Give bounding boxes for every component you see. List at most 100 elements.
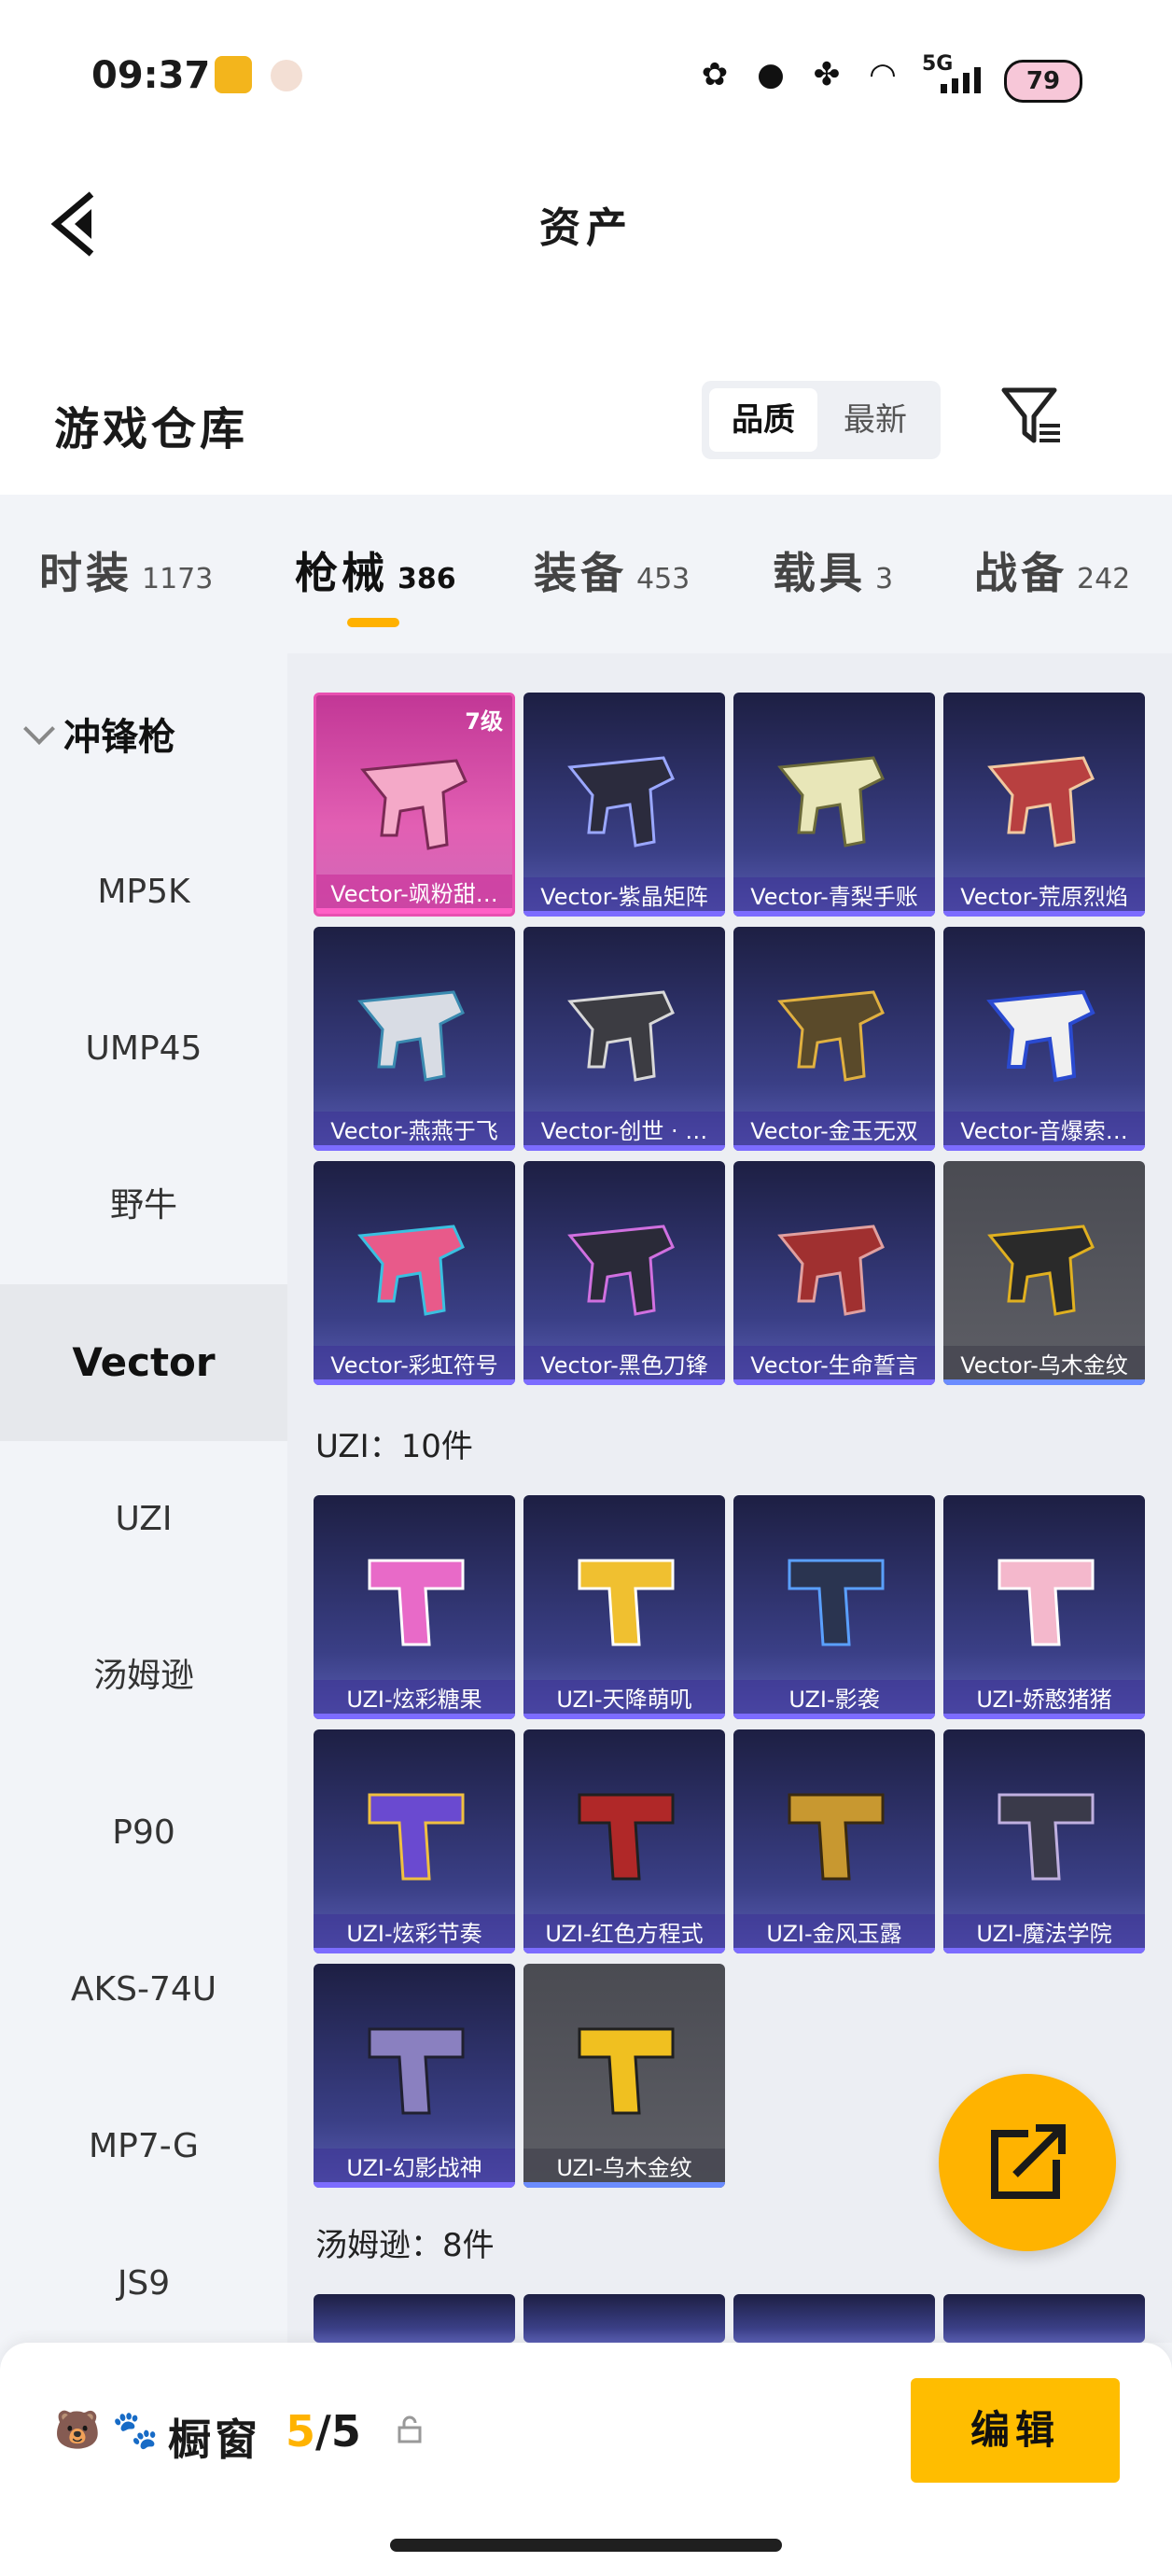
signal-icon	[939, 65, 995, 99]
vector-gun-icon	[987, 1225, 1095, 1316]
vector-gun-icon	[567, 1225, 675, 1316]
uzi-gun-icon	[368, 1793, 465, 1881]
vector-gun-icon	[777, 756, 885, 847]
item-card[interactable]: UZI-天降萌叽	[523, 1495, 725, 1719]
rarity-bar	[523, 911, 725, 917]
tab-fashion[interactable]: 时装 1173	[39, 539, 213, 605]
item-card[interactable]	[733, 2294, 935, 2343]
tab-count: 3	[875, 563, 894, 595]
item-card[interactable]	[523, 2294, 725, 2343]
uzi-gun-icon	[578, 2027, 675, 2115]
item-card[interactable]: UZI-魔法学院	[943, 1729, 1145, 1953]
item-card[interactable]: UZI-金风玉露	[733, 1729, 935, 1953]
item-card[interactable]: UZI-炫彩糖果	[314, 1495, 515, 1719]
uzi-gun-icon	[578, 1793, 675, 1881]
item-card[interactable]: UZI-影袭	[733, 1495, 935, 1719]
item-card[interactable]	[314, 2294, 515, 2343]
tab-vehicles[interactable]: 载具 3	[773, 539, 893, 605]
item-card[interactable]: Vector-燕燕于飞	[314, 927, 515, 1151]
item-card[interactable]: UZI-娇憨猪猪	[943, 1495, 1145, 1719]
vector-gun-icon	[360, 759, 467, 850]
rarity-bar	[314, 1145, 515, 1151]
item-card[interactable]: Vector-荒原烈焰	[943, 693, 1145, 917]
rarity-bar	[523, 2182, 725, 2188]
sidebar-item-aks74u[interactable]: AKS-74U	[0, 1911, 287, 2068]
tab-label: 战备	[974, 548, 1067, 598]
item-card[interactable]: Vector-创世 · …	[523, 927, 725, 1151]
paw-icon: 🐾	[112, 2409, 159, 2452]
rarity-bar	[943, 1145, 1145, 1151]
tab-count: 242	[1077, 563, 1131, 595]
rarity-bar	[523, 1714, 725, 1719]
rarity-bar	[523, 1145, 725, 1151]
sidebar-item-mp7g[interactable]: MP7-G	[0, 2068, 287, 2225]
uzi-gun-icon	[578, 1559, 675, 1646]
uzi-gun-icon	[368, 2027, 465, 2115]
rarity-bar	[314, 2182, 515, 2188]
battery-indicator: 79	[1004, 60, 1082, 103]
sidebar-item-ump45[interactable]: UMP45	[0, 971, 287, 1127]
vector-gun-icon	[777, 1225, 885, 1316]
sidebar-item-vector[interactable]: Vector	[0, 1284, 287, 1441]
tab-battle-prep[interactable]: 战备 242	[974, 539, 1130, 605]
rarity-bar	[316, 908, 512, 914]
lock-icon	[396, 2415, 424, 2443]
tab-label: 枪械	[295, 548, 388, 598]
item-card[interactable]: Vector-音爆索…	[943, 927, 1145, 1151]
rarity-bar	[733, 911, 935, 917]
item-card[interactable]: Vector-生命誓言	[733, 1161, 935, 1385]
rarity-bar	[733, 1948, 935, 1953]
rarity-bar	[523, 1948, 725, 1953]
item-card[interactable]: UZI-炫彩节奏	[314, 1729, 515, 1953]
level-badge: 7级	[465, 708, 503, 735]
showcase-current: 5	[286, 2406, 316, 2457]
item-card[interactable]: UZI-乌木金纹	[523, 1964, 725, 2188]
sidebar-group-label: 冲锋枪	[63, 716, 175, 759]
sidebar-item-uzi[interactable]: UZI	[0, 1441, 287, 1598]
filter-button[interactable]	[998, 383, 1064, 448]
uzi-gun-icon	[788, 1793, 885, 1881]
share-button[interactable]	[939, 2074, 1116, 2251]
sort-quality-button[interactable]: 品质	[709, 388, 817, 452]
vector-gun-icon	[987, 756, 1095, 847]
bear-icon: 🐻	[54, 2409, 101, 2452]
rarity-bar	[943, 911, 1145, 917]
sidebar-item-bison[interactable]: 野牛	[0, 1127, 287, 1284]
status-time: 09:37	[91, 54, 211, 97]
uzi-gun-icon	[368, 1559, 465, 1646]
page-title: 资产	[539, 204, 633, 252]
uzi-gun-icon	[788, 1559, 885, 1646]
rarity-bar	[943, 1714, 1145, 1719]
app-notification-icon	[215, 56, 252, 93]
item-card[interactable]: Vector-紫晶矩阵	[523, 693, 725, 917]
sort-newest-button[interactable]: 最新	[821, 388, 929, 452]
paw-icon: ✤	[813, 56, 841, 93]
sidebar-item-thompson[interactable]: 汤姆逊	[0, 1598, 287, 1755]
active-tab-indicator	[347, 618, 399, 627]
vector-gun-icon	[567, 990, 675, 1082]
item-card[interactable]: 7级 Vector-飒粉甜…	[314, 693, 515, 917]
item-card[interactable]: Vector-金玉无双	[733, 927, 935, 1151]
vector-gun-icon	[777, 990, 885, 1082]
edit-button[interactable]: 编辑	[911, 2378, 1120, 2483]
item-card[interactable]: UZI-红色方程式	[523, 1729, 725, 1953]
share-icon	[991, 2122, 1069, 2199]
rarity-bar	[943, 1379, 1145, 1385]
sidebar-item-p90[interactable]: P90	[0, 1755, 287, 1911]
item-card[interactable]	[943, 2294, 1145, 2343]
item-card[interactable]: UZI-幻影战神	[314, 1964, 515, 2188]
uzi-gun-icon	[998, 1793, 1095, 1881]
item-card[interactable]: Vector-彩虹符号	[314, 1161, 515, 1385]
pet-notification-icon	[271, 60, 302, 91]
tab-firearms[interactable]: 枪械 386	[295, 539, 456, 605]
tab-equipment[interactable]: 装备 453	[534, 539, 690, 605]
uzi-gun-icon	[998, 1559, 1095, 1646]
sidebar-item-js9[interactable]: JS9	[0, 2225, 287, 2343]
sidebar-group-smg[interactable]: 冲锋枪	[22, 691, 284, 784]
wifi-icon: ◠	[869, 56, 897, 93]
item-card[interactable]: Vector-黑色刀锋	[523, 1161, 725, 1385]
item-card[interactable]: Vector-青梨手账	[733, 693, 935, 917]
sidebar-item-mp5k[interactable]: MP5K	[0, 814, 287, 971]
vector-gun-icon	[357, 990, 465, 1082]
item-card[interactable]: Vector-乌木金纹	[943, 1161, 1145, 1385]
